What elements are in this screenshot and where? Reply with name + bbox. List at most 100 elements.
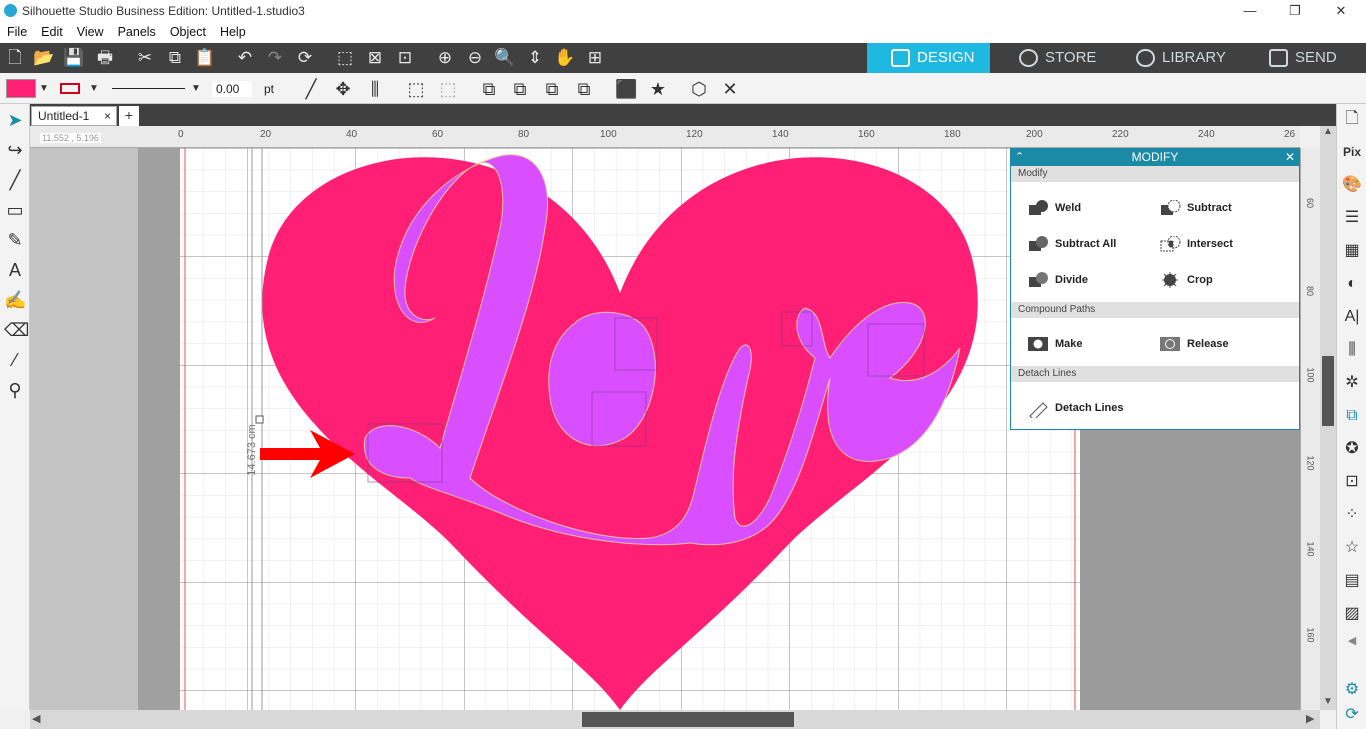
pan-hand-icon[interactable]: ✋: [554, 47, 576, 69]
align-panel-icon[interactable]: ⫼: [1341, 339, 1363, 361]
divide-button[interactable]: Divide: [1027, 270, 1088, 290]
pencil-icon[interactable]: ✎: [4, 229, 26, 251]
crop-button[interactable]: Crop: [1159, 270, 1213, 290]
select-arrow-icon[interactable]: ➤: [4, 109, 26, 131]
weld-button[interactable]: Weld: [1027, 198, 1081, 218]
delete-x-icon[interactable]: ✕: [719, 78, 741, 100]
3d-box-icon[interactable]: ⬡: [688, 78, 710, 100]
horizontal-scroll-thumb[interactable]: [582, 712, 794, 727]
open-file-icon[interactable]: 📂: [33, 47, 55, 69]
sketch-icon[interactable]: ✍: [4, 289, 26, 311]
fill-pattern-icon[interactable]: ▦: [1341, 240, 1363, 262]
menu-view[interactable]: View: [70, 23, 111, 39]
fill-dropdown-icon[interactable]: ▼: [33, 78, 55, 100]
make-compound-button[interactable]: Make: [1027, 334, 1083, 354]
settings-gear-icon[interactable]: ⚙: [1341, 679, 1363, 701]
undo-icon[interactable]: ↶: [234, 47, 256, 69]
layers-icon[interactable]: ▤: [1341, 570, 1363, 592]
sketch-effects-icon[interactable]: ▨: [1341, 603, 1363, 625]
vertical-scrollbar[interactable]: ▲ ▼: [1320, 126, 1336, 710]
line-color-swatch[interactable]: [60, 83, 80, 94]
close-tab-icon[interactable]: ×: [104, 109, 111, 123]
zoom-out-icon[interactable]: ⊖: [464, 47, 486, 69]
line-style-dropdown-icon[interactable]: ▼: [185, 78, 207, 100]
save-icon[interactable]: 💾: [63, 47, 85, 69]
transform-icon[interactable]: ✲: [1341, 372, 1363, 394]
release-compound-button[interactable]: Release: [1159, 334, 1229, 354]
select-all-icon[interactable]: ⬚: [334, 47, 356, 69]
minimize-button[interactable]: —: [1240, 3, 1260, 18]
modify-panel-icon[interactable]: ⧉: [1341, 405, 1363, 427]
rectangle-icon[interactable]: ▭: [4, 199, 26, 221]
copy-icon[interactable]: ⧉: [164, 47, 186, 69]
tab-design[interactable]: DESIGN: [867, 43, 990, 73]
bring-forward-icon[interactable]: ⧉: [541, 78, 563, 100]
subtract-button[interactable]: Subtract: [1159, 198, 1232, 218]
menu-file[interactable]: File: [0, 23, 34, 39]
scroll-down-icon[interactable]: ▼: [1323, 696, 1333, 707]
edit-points-icon[interactable]: ↪: [4, 139, 26, 161]
new-tab-button[interactable]: +: [119, 106, 139, 126]
fill-palette-icon[interactable]: 🎨: [1341, 174, 1363, 196]
horizontal-scrollbar[interactable]: ◀ ▶: [30, 710, 1320, 729]
menu-edit[interactable]: Edit: [34, 23, 70, 39]
fill-color-swatch[interactable]: [6, 79, 36, 98]
line-draw-icon[interactable]: ╱: [4, 169, 26, 191]
move-icon[interactable]: ✥: [332, 78, 354, 100]
line-dropdown-icon[interactable]: ▼: [83, 78, 105, 100]
print-icon[interactable]: 🖶: [94, 47, 116, 69]
collapse-chevron-icon[interactable]: ⌃: [1015, 149, 1024, 166]
star-icon[interactable]: ☆: [1341, 537, 1363, 559]
trace-icon[interactable]: ⊡: [1341, 471, 1363, 493]
group-icon[interactable]: ⬚: [405, 78, 427, 100]
restore-button[interactable]: ❐: [1285, 3, 1305, 19]
tab-untitled-1[interactable]: Untitled-1 ×: [31, 106, 117, 126]
line-width-input[interactable]: 0.00: [212, 81, 252, 97]
vertical-scroll-thumb[interactable]: [1322, 356, 1334, 426]
line-tool-icon[interactable]: ╱: [300, 78, 322, 100]
zoom-select-icon[interactable]: 🔍: [494, 47, 516, 69]
scroll-right-icon[interactable]: ▶: [1306, 712, 1314, 725]
align-icon[interactable]: ⫼: [364, 78, 386, 100]
text-style-icon[interactable]: A|: [1341, 306, 1363, 328]
scroll-up-icon[interactable]: ▲: [1323, 126, 1333, 137]
star-shape-icon[interactable]: ★: [647, 78, 669, 100]
redraw-icon[interactable]: ⟳: [294, 47, 316, 69]
center-view-icon[interactable]: ⊞: [584, 47, 606, 69]
ungroup-icon[interactable]: ⬚: [437, 78, 459, 100]
replicate-icon[interactable]: ✪: [1341, 438, 1363, 460]
select-by-color-icon[interactable]: ⊡: [394, 47, 416, 69]
intersect-button[interactable]: Intersect: [1159, 234, 1233, 254]
expand-chevron-icon[interactable]: ◀: [1341, 630, 1363, 652]
eyedropper-icon[interactable]: ⚲: [4, 379, 26, 401]
new-file-icon[interactable]: 🗋: [4, 47, 26, 69]
send-back-icon[interactable]: ⧉: [509, 78, 531, 100]
menu-panels[interactable]: Panels: [111, 23, 163, 39]
line-style-icon[interactable]: ☰: [1341, 207, 1363, 229]
weld-shape-icon[interactable]: ⬛: [615, 78, 637, 100]
menu-object[interactable]: Object: [163, 23, 213, 39]
subtract-all-button[interactable]: Subtract All: [1027, 234, 1116, 254]
zoom-in-icon[interactable]: ⊕: [434, 47, 456, 69]
redo-icon[interactable]: ↷: [264, 47, 286, 69]
tab-store[interactable]: STORE: [995, 43, 1108, 73]
close-window-button[interactable]: ✕: [1331, 3, 1351, 19]
page-setup-icon[interactable]: 🗋: [1341, 108, 1363, 130]
close-panel-icon[interactable]: ✕: [1285, 149, 1295, 166]
tab-send[interactable]: SEND: [1245, 43, 1355, 73]
send-backward-icon[interactable]: ⧉: [573, 78, 595, 100]
tab-library[interactable]: LIBRARY: [1112, 43, 1235, 73]
sync-icon[interactable]: ⟳: [1341, 704, 1363, 726]
offset-icon[interactable]: ⁘: [1341, 504, 1363, 526]
text-icon[interactable]: A: [4, 259, 26, 281]
eraser-icon[interactable]: ⌫: [4, 319, 29, 341]
line-style-preview[interactable]: [112, 88, 185, 89]
pixscan-icon[interactable]: Pix: [1341, 141, 1363, 163]
transparency-icon[interactable]: ◐: [1341, 273, 1363, 295]
cut-icon[interactable]: ✂: [134, 47, 156, 69]
knife-icon[interactable]: ⁄: [4, 349, 26, 371]
detach-lines-button[interactable]: Detach Lines: [1027, 398, 1123, 421]
fit-to-page-icon[interactable]: ⇕: [524, 47, 546, 69]
menu-help[interactable]: Help: [213, 23, 253, 39]
deselect-icon[interactable]: ⊠: [364, 47, 386, 69]
